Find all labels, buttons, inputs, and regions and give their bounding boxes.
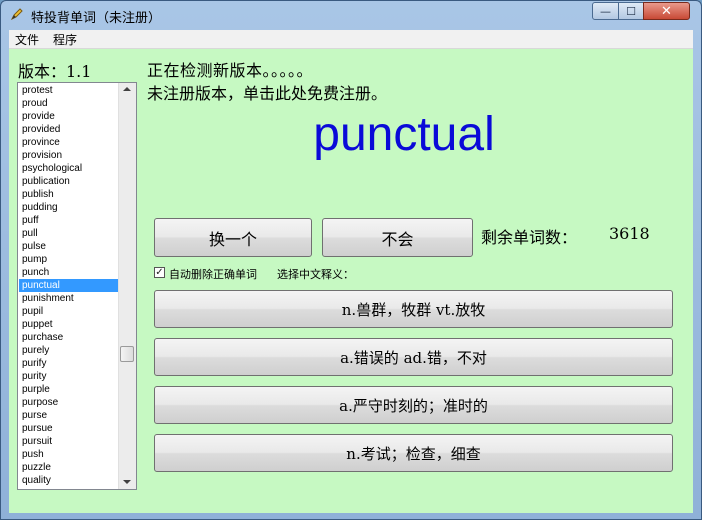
meaning-option-3[interactable]: a.严守时刻的；准时的: [154, 386, 673, 424]
menu-file[interactable]: 文件: [15, 31, 39, 48]
app-window: 特投背单词（未注册） — ☐ ✕ 文件 程序 版本：1.1 正在检测新版本。。。…: [0, 0, 702, 520]
list-item[interactable]: pupil: [19, 305, 120, 318]
list-item[interactable]: pull: [19, 227, 120, 240]
auto-delete-checkbox[interactable]: ✓: [154, 267, 165, 278]
list-item[interactable]: punch: [19, 266, 120, 279]
list-item[interactable]: purchase: [19, 331, 120, 344]
meaning-option-1[interactable]: n.兽群，牧群 vt.放牧: [154, 290, 673, 328]
remaining-count: 3618: [609, 224, 650, 243]
meaning-option-4[interactable]: n.考试；检查，细查: [154, 434, 673, 472]
list-item[interactable]: pudding: [19, 201, 120, 214]
list-item[interactable]: purity: [19, 370, 120, 383]
title-bar[interactable]: 特投背单词（未注册） — ☐ ✕: [1, 1, 701, 29]
scroll-up-arrow-icon[interactable]: [123, 87, 131, 91]
list-item[interactable]: puppet: [19, 318, 120, 331]
word-list-scrollbar[interactable]: [118, 83, 136, 489]
minimize-button[interactable]: —: [592, 2, 619, 20]
window-title: 特投背单词（未注册）: [31, 11, 162, 26]
word-list-items: protest proud provide provided province provi…: [19, 84, 120, 487]
list-item[interactable]: protest: [19, 84, 120, 97]
list-item[interactable]: puff: [19, 214, 120, 227]
list-item[interactable]: purple: [19, 383, 120, 396]
pencil-icon: [10, 8, 23, 21]
current-word: punctual: [313, 108, 495, 161]
list-item[interactable]: purse: [19, 409, 120, 422]
choose-meaning-label: 选择中文释义：: [277, 268, 354, 281]
list-item[interactable]: purify: [19, 357, 120, 370]
close-button[interactable]: ✕: [643, 2, 690, 20]
list-item[interactable]: purpose: [19, 396, 120, 409]
dont-know-button[interactable]: 不会: [322, 218, 473, 257]
list-item[interactable]: push: [19, 448, 120, 461]
maximize-button[interactable]: ☐: [618, 2, 644, 20]
list-item[interactable]: pursue: [19, 422, 120, 435]
list-item[interactable]: purely: [19, 344, 120, 357]
list-item[interactable]: province: [19, 136, 120, 149]
list-item[interactable]: proud: [19, 97, 120, 110]
register-link[interactable]: 未注册版本，单击此处免费注册。: [147, 80, 387, 104]
list-item[interactable]: provided: [19, 123, 120, 136]
list-item[interactable]: publication: [19, 175, 120, 188]
list-item[interactable]: psychological: [19, 162, 120, 175]
version-label: 版本：1.1: [18, 62, 92, 81]
scroll-down-arrow-icon[interactable]: [123, 480, 131, 484]
list-item[interactable]: puzzle: [19, 461, 120, 474]
next-word-button[interactable]: 换一个: [154, 218, 312, 257]
list-item[interactable]: pursuit: [19, 435, 120, 448]
main-panel: 版本：1.1 正在检测新版本。。。。。 未注册版本，单击此处免费注册。 prot…: [9, 49, 693, 513]
menu-bar: 文件 程序: [9, 30, 693, 49]
list-item[interactable]: punctual: [19, 279, 120, 292]
scroll-thumb[interactable]: [120, 346, 134, 362]
meaning-option-2[interactable]: a.错误的 ad.错，不对: [154, 338, 673, 376]
menu-program[interactable]: 程序: [53, 31, 77, 48]
list-item[interactable]: provide: [19, 110, 120, 123]
list-item[interactable]: provision: [19, 149, 120, 162]
word-list[interactable]: protest proud provide provided province provi…: [17, 82, 137, 490]
list-item[interactable]: pump: [19, 253, 120, 266]
update-status: 正在检测新版本。。。。。: [147, 61, 314, 80]
list-item[interactable]: publish: [19, 188, 120, 201]
list-item[interactable]: quality: [19, 474, 120, 487]
remaining-label: 剩余单词数：: [481, 228, 578, 247]
list-item[interactable]: punishment: [19, 292, 120, 305]
list-item[interactable]: pulse: [19, 240, 120, 253]
auto-delete-label[interactable]: 自动删除正确单词: [169, 266, 257, 282]
